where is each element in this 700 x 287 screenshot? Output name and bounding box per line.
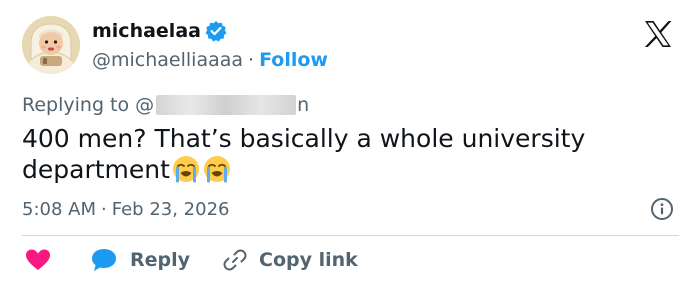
copy-link-label: Copy link	[259, 249, 358, 271]
reply-label: Reply	[130, 249, 191, 271]
tweet-embed-card: michaelaa @michaelliaaaa · Follow Replyi…	[0, 0, 700, 287]
tweet-time: 5:08 AM	[22, 198, 96, 220]
info-icon[interactable]	[650, 197, 674, 221]
replying-to-suffix: n	[297, 94, 310, 116]
avatar[interactable]	[22, 16, 80, 74]
tweet-date: Feb 23, 2026	[111, 198, 230, 220]
tweet-body: 400 men? That’s basically a whole univer…	[22, 124, 586, 184]
x-logo-icon[interactable]	[643, 20, 673, 48]
loudly-crying-face-icon	[171, 154, 201, 184]
speech-bubble-icon	[90, 247, 118, 273]
verified-badge-icon	[205, 20, 227, 42]
author-block: michaelaa @michaelliaaaa · Follow	[92, 17, 328, 75]
replying-to-line: Replying to @ n	[22, 92, 309, 118]
action-bar: Reply Copy link	[22, 245, 358, 275]
like-button[interactable]	[22, 248, 52, 272]
follow-button[interactable]: Follow	[259, 49, 328, 71]
tweet-text: 400 men? That’s basically a whole univer…	[22, 123, 662, 185]
redacted-username	[156, 95, 297, 115]
divider	[22, 235, 679, 236]
replying-to-label: Replying to @	[22, 94, 155, 116]
loudly-crying-face-icon	[202, 154, 232, 184]
separator-dot: ·	[101, 198, 107, 220]
copy-link-button[interactable]: Copy link	[222, 247, 358, 273]
handle[interactable]: @michaelliaaaa	[92, 49, 243, 71]
timestamp-link[interactable]: 5:08 AM · Feb 23, 2026	[22, 196, 229, 222]
reply-button[interactable]: Reply	[90, 247, 190, 273]
heart-icon	[24, 248, 52, 272]
link-icon	[222, 247, 248, 273]
separator-dot: ·	[248, 49, 255, 71]
display-name[interactable]: michaelaa	[92, 20, 201, 42]
